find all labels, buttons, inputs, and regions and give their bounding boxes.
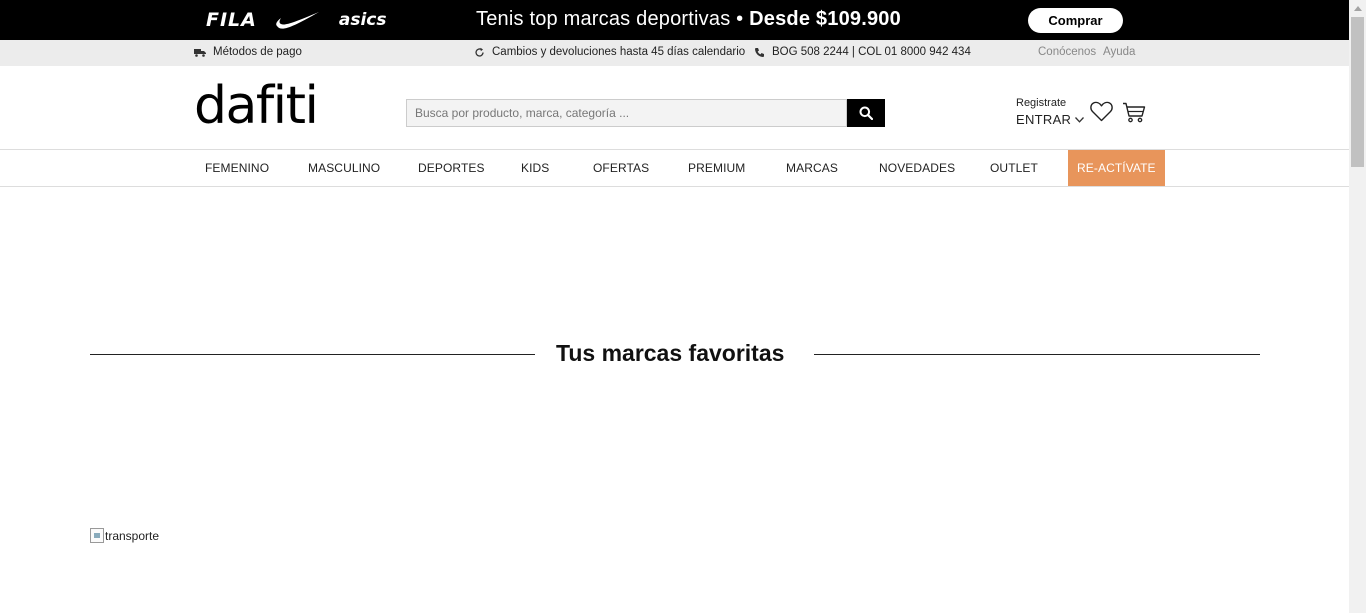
- login-label: ENTRAR: [1016, 112, 1072, 127]
- nav-item-ofertas[interactable]: OFERTAS: [593, 150, 649, 186]
- promo-buy-button[interactable]: Comprar: [1028, 8, 1123, 33]
- transport-image-alt: transporte: [105, 528, 160, 543]
- category-nav: FEMENINO MASCULINO DEPORTES KIDS OFERTAS…: [0, 150, 1349, 187]
- payment-methods-label: Métodos de pago: [213, 46, 302, 58]
- promo-headline: Tenis top marcas deportivas • Desde $109…: [476, 8, 901, 31]
- refresh-icon: [475, 47, 484, 57]
- broken-image-icon: [90, 528, 104, 543]
- scrollbar-thumb[interactable]: [1351, 17, 1364, 167]
- page: FILA N asics Tenis top marcas deportivas…: [0, 0, 1349, 613]
- nav-item-marcas[interactable]: MARCAS: [786, 150, 838, 186]
- promo-text-price: Desde $109.900: [749, 8, 901, 30]
- favorite-brands-heading: Tus marcas favoritas: [90, 339, 1260, 369]
- truck-icon: [194, 48, 206, 57]
- nav-item-deportes[interactable]: DEPORTES: [418, 150, 485, 186]
- returns-link[interactable]: Cambios y devoluciones hasta 45 días cal…: [474, 46, 745, 58]
- scroll-up-arrow-icon[interactable]: [1349, 0, 1366, 17]
- promo-text-main: Tenis top marcas deportivas •: [476, 8, 744, 30]
- site-header: dafiti Registrate ENTRAR: [0, 66, 1349, 150]
- asics-logo: asics: [338, 10, 387, 30]
- returns-label: Cambios y devoluciones hasta 45 días cal…: [492, 46, 746, 58]
- help-link[interactable]: Ayuda: [1103, 46, 1135, 58]
- nav-item-femenino[interactable]: FEMENINO: [205, 150, 269, 186]
- search-bar: [406, 99, 885, 127]
- heading-divider-right: [814, 354, 1260, 355]
- search-icon: [859, 106, 873, 120]
- about-link[interactable]: Conócenos: [1038, 46, 1096, 58]
- section-title: Tus marcas favoritas: [556, 340, 785, 366]
- nav-item-reactivate[interactable]: RE-ACTÍVATE: [1068, 150, 1165, 186]
- nav-item-outlet[interactable]: OUTLET: [990, 150, 1038, 186]
- cart-icon[interactable]: [1122, 102, 1146, 123]
- promo-brand-logos: FILA N asics: [206, 6, 387, 34]
- promo-banner[interactable]: FILA N asics Tenis top marcas deportivas…: [0, 0, 1349, 40]
- vertical-scrollbar[interactable]: [1349, 0, 1366, 613]
- nav-item-masculino[interactable]: MASCULINO: [308, 150, 380, 186]
- heart-icon[interactable]: [1090, 101, 1113, 122]
- payment-methods-link[interactable]: Métodos de pago: [194, 46, 302, 58]
- info-bar: Métodos de pago Cambios y devoluciones h…: [0, 40, 1349, 66]
- phone-info: BOG 508 2244 | COL 01 8000 942 434: [754, 46, 971, 58]
- search-input[interactable]: [406, 99, 847, 127]
- nav-item-novedades[interactable]: NOVEDADES: [879, 150, 955, 186]
- search-button[interactable]: [847, 99, 885, 127]
- transport-image: transporte: [90, 528, 159, 543]
- nike-logo: N: [276, 12, 319, 29]
- chevron-down-icon: [1075, 116, 1085, 123]
- phone-icon: [755, 47, 764, 57]
- login-dropdown[interactable]: ENTRAR: [1016, 112, 1085, 127]
- phone-label: BOG 508 2244 | COL 01 8000 942 434: [772, 46, 971, 58]
- register-link[interactable]: Registrate: [1016, 97, 1084, 109]
- nav-item-kids[interactable]: KIDS: [521, 150, 549, 186]
- heading-divider-left: [90, 354, 535, 355]
- dafiti-logo[interactable]: dafiti: [194, 76, 319, 136]
- account-menu[interactable]: Registrate ENTRAR: [1016, 97, 1085, 127]
- nav-item-premium[interactable]: PREMIUM: [688, 150, 745, 186]
- fila-logo: FILA: [206, 9, 257, 31]
